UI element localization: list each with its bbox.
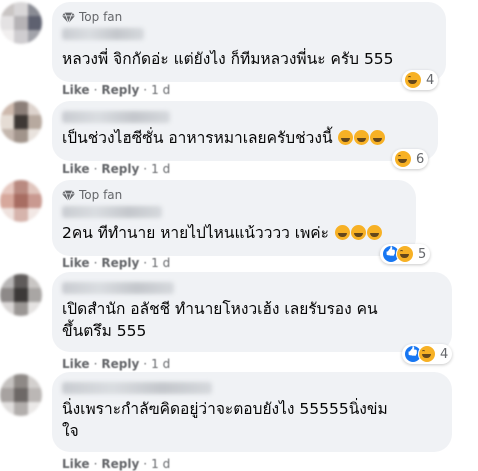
comment-text: เปิดสำนัก อลัชชี ทำนายโหงวเฮ้ง เลยรับรอง… [62,298,378,342]
laughing-emoji-icon [366,225,382,240]
comment-text-line: 2คน ทีทำนาย หายไปไหนแน้วววว เพค่ะ [62,224,329,242]
comment-text-line: เปิดสำนัก อลัชชี ทำนายโหงวเฮ้ง เลยรับรอง… [62,300,378,318]
haha-reaction-icon [404,71,422,89]
reply-button[interactable]: Reply [101,357,139,371]
author-name[interactable] [62,206,162,218]
like-button[interactable]: Like [62,457,90,471]
author-name[interactable] [62,28,144,40]
comment-text-line: ใจ [62,422,79,440]
reaction-count: 6 [416,151,425,167]
comment-text: เป็นช่วงไฮซีซั่น อาหารหมาเลยครับช่วงนี้ [62,127,386,149]
separator: · [143,256,148,270]
diamond-icon [62,189,75,202]
reaction-count: 4 [440,346,449,362]
comment-text: หลวงพี่ จิกกัดอ่ะ แต่ยังไง ก็ทีมหลวงพี่น… [62,48,394,70]
separator: · [93,162,98,176]
reaction-summary[interactable]: 5 [380,244,431,264]
reaction-summary[interactable]: 4 [402,70,439,90]
comment-text-line: นิ่งเพราะกำลัฃคิดอยู่ว่าจะตอบยังไง 55555… [62,400,388,418]
laughing-emoji-icon [338,130,354,145]
separator: · [93,457,98,471]
separator: · [93,357,98,371]
author-name[interactable] [62,382,212,394]
haha-reaction-icon [396,245,414,263]
separator: · [143,357,148,371]
haha-reaction-icon [418,345,436,363]
top-fan-label: Top fan [79,188,123,202]
timestamp[interactable]: 1 d [151,83,170,97]
reaction-summary[interactable]: 6 [392,149,429,169]
reaction-summary[interactable]: 4 [402,344,453,364]
like-button[interactable]: Like [62,256,90,270]
reply-button[interactable]: Reply [101,162,139,176]
diamond-icon [62,11,75,24]
author-name[interactable] [62,111,170,123]
comment-bubble: Top fan 2คน ทีทำนาย หายไปไหนแน้วววว เพค่… [52,180,416,256]
separator: · [93,83,98,97]
separator: · [143,162,148,176]
avatar[interactable] [0,101,42,143]
reply-button[interactable]: Reply [101,457,139,471]
separator: · [143,83,148,97]
laughing-emoji-icon [354,130,370,145]
timestamp[interactable]: 1 d [151,256,170,270]
like-button[interactable]: Like [62,357,90,371]
comment-text: 2คน ทีทำนาย หายไปไหนแน้วววว เพค่ะ [62,222,382,244]
timestamp[interactable]: 1 d [151,162,170,176]
separator: · [143,457,148,471]
top-fan-label: Top fan [79,10,123,24]
author-name[interactable] [62,282,174,294]
timestamp[interactable]: 1 d [151,357,170,371]
laughing-emoji-icon [350,225,366,240]
comment-bubble: เป็นช่วงไฮซีซั่น อาหารหมาเลยครับช่วงนี้ [52,101,438,161]
reaction-count: 4 [426,72,435,88]
top-fan-badge[interactable]: Top fan [62,10,122,24]
comment-text: นิ่งเพราะกำลัฃคิดอยู่ว่าจะตอบยังไง 55555… [62,398,388,442]
like-button[interactable]: Like [62,162,90,176]
haha-reaction-icon [394,150,412,168]
comment-bubble: Top fan หลวงพี่ จิกกัดอ่ะ แต่ยังไง ก็ทีม… [52,2,446,82]
avatar[interactable] [0,374,42,416]
avatar[interactable] [0,2,42,44]
laughing-emoji-icon [370,130,386,145]
reaction-count: 5 [418,246,427,262]
comment-text-line: ขึ้นตรึม 555 [62,322,147,340]
comment-bubble: นิ่งเพราะกำลัฃคิดอยู่ว่าจะตอบยังไง 55555… [52,372,452,452]
comment-text-line: หลวงพี่ จิกกัดอ่ะ แต่ยังไง ก็ทีมหลวงพี่น… [62,50,394,68]
separator: · [93,256,98,270]
like-button[interactable]: Like [62,83,90,97]
reply-button[interactable]: Reply [101,256,139,270]
laughing-emoji-icon [334,225,350,240]
comment-bubble: เปิดสำนัก อลัชชี ทำนายโหงวเฮ้ง เลยรับรอง… [52,272,452,352]
avatar[interactable] [0,180,42,222]
reply-button[interactable]: Reply [101,83,139,97]
timestamp[interactable]: 1 d [151,457,170,471]
avatar[interactable] [0,274,42,316]
comment-text-line: เป็นช่วงไฮซีซั่น อาหารหมาเลยครับช่วงนี้ [62,129,333,147]
top-fan-badge[interactable]: Top fan [62,188,122,202]
